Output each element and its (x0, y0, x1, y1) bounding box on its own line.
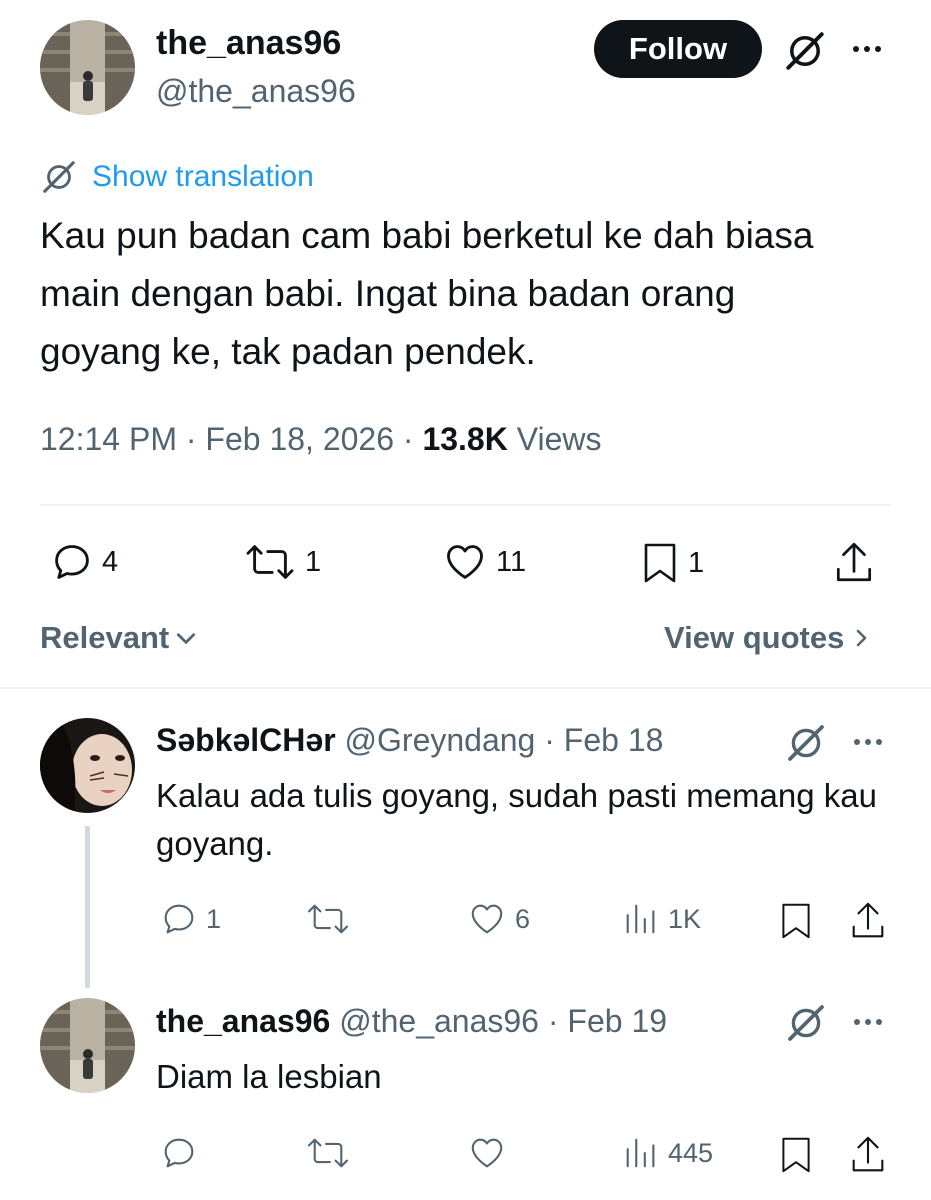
show-translation-label: Show translation (92, 160, 314, 193)
reply1-avatar[interactable] (40, 718, 135, 813)
sort-relevant-label: Relevant (40, 620, 170, 655)
reply2-reply-button[interactable] (160, 1134, 206, 1172)
tweet-date[interactable]: Feb 18, 2026 (205, 421, 394, 457)
reply1-handle[interactable]: @Greyndang (345, 722, 536, 758)
bookmark-icon (782, 1137, 810, 1173)
views-label: Views (516, 421, 602, 457)
show-translation-link[interactable]: Show translation (40, 158, 314, 196)
repost-count: 1 (305, 545, 322, 578)
share-button[interactable] (832, 540, 876, 586)
reply1-date[interactable]: Feb 18 (564, 722, 664, 758)
bookmark-icon (782, 903, 810, 939)
reply1-views-button[interactable]: 1K (622, 900, 701, 938)
views-icon (626, 904, 655, 934)
reply1-like-count: 6 (515, 903, 531, 934)
reply1-text: Kalau ada tulis goyang, sudah pasti mema… (156, 777, 877, 862)
views-icon (626, 1138, 655, 1168)
reply1-display-name[interactable]: SəbkəlCHər (156, 722, 336, 758)
reply1-bookmark-button[interactable] (778, 900, 814, 942)
share-icon (852, 902, 884, 938)
bookmark-button[interactable]: 1 (640, 540, 704, 586)
share-icon (836, 542, 872, 582)
view-quotes-label: View quotes (664, 620, 845, 655)
reply2-header: the_anas96 @the_anas96 · Feb 19 (156, 1003, 668, 1039)
views-count: 13.8K (422, 421, 508, 457)
reply2-handle[interactable]: @the_anas96 (339, 1003, 539, 1039)
reply1-grok-icon[interactable] (783, 720, 829, 766)
reply-icon (55, 545, 89, 579)
reply2-bookmark-button[interactable] (778, 1134, 814, 1176)
like-count: 11 (496, 545, 527, 578)
reply2-share-button[interactable] (848, 1134, 888, 1176)
like-icon (471, 1138, 503, 1168)
translate-icon (43, 161, 75, 193)
main-author-avatar[interactable] (40, 20, 135, 115)
chevron-right-icon (857, 629, 867, 647)
main-handle[interactable]: @the_anas96 (156, 73, 356, 110)
view-quotes-link[interactable]: View quotes (664, 620, 872, 656)
main-display-name[interactable]: the_anas96 (156, 24, 341, 63)
reply2-views-button[interactable]: 445 (622, 1134, 713, 1172)
reply-count: 4 (102, 545, 119, 578)
reply1-header: SəbkəlCHər @Greyndang · Feb 18 (156, 722, 664, 758)
like-icon (471, 904, 503, 934)
reply-icon (164, 904, 194, 934)
reply2-display-name[interactable]: the_anas96 (156, 1003, 330, 1039)
bookmark-count: 1 (688, 546, 705, 579)
reply2-views-count: 445 (668, 1137, 714, 1168)
reply2-grok-icon[interactable] (783, 1000, 829, 1046)
reply2-text: Diam la lesbian (156, 1058, 382, 1095)
reply2-date[interactable]: Feb 19 (567, 1003, 667, 1039)
divider-replies (0, 687, 931, 689)
repost-icon (307, 1138, 349, 1168)
reply2-avatar[interactable] (40, 998, 135, 1093)
follow-button[interactable]: Follow (594, 20, 762, 78)
reply1-reply-button[interactable]: 1 (160, 900, 221, 938)
reply1-share-button[interactable] (848, 900, 888, 942)
repost-icon (307, 904, 349, 934)
reply1-views-count: 1K (668, 903, 702, 934)
chevron-down-icon (177, 633, 196, 644)
thread-line (85, 826, 90, 988)
grok-icon[interactable] (780, 26, 830, 76)
reply1-more-icon[interactable] (848, 730, 888, 754)
reply1-like-button[interactable]: 6 (467, 900, 530, 938)
like-icon (447, 545, 483, 579)
reply1-reply-count: 1 (206, 903, 222, 934)
tweet-meta: 12:14 PM · Feb 18, 2026 · 13.8K Views (40, 421, 602, 457)
reply-icon (164, 1138, 194, 1168)
reply-button[interactable]: 4 (50, 540, 118, 584)
reply2-like-button[interactable] (467, 1134, 515, 1172)
reply2-more-icon[interactable] (848, 1010, 888, 1034)
main-tweet-text: Kau pun badan cam babi berketul ke dah b… (40, 215, 814, 372)
reply1-repost-button[interactable] (305, 900, 359, 938)
more-icon[interactable] (846, 36, 888, 62)
like-button[interactable]: 11 (442, 540, 526, 584)
tweet-time[interactable]: 12:14 PM (40, 421, 177, 457)
sort-relevant[interactable]: Relevant (40, 620, 197, 656)
repost-icon (246, 545, 294, 579)
divider-top (40, 504, 891, 506)
reply2-repost-button[interactable] (305, 1134, 359, 1172)
share-icon (852, 1136, 884, 1172)
repost-button[interactable]: 1 (243, 540, 321, 584)
bookmark-icon (644, 543, 676, 583)
